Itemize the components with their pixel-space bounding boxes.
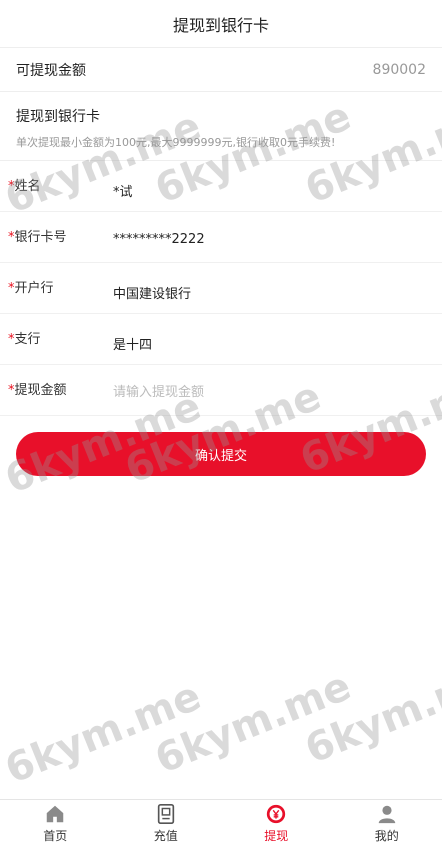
home-icon [47,805,64,823]
submit-button[interactable]: 确认提交 [16,432,426,476]
amount-row: *提现金额 [0,365,442,416]
page-title: 提现到银行卡 [172,15,269,35]
balance-label: 可提现金额 [16,62,86,79]
tab-recharge-label: 充值 [153,829,178,843]
card-number-row: *银行卡号 *********2222 [0,212,442,263]
branch-label: *支行 [8,332,41,347]
tab-withdraw[interactable]: 提现 [221,800,332,847]
amount-label: *提现金额 [8,383,67,398]
name-row: *姓名 *试 [0,161,442,212]
card-info-note: 单次提现最小金额为100元,最大9999999元,银行收取0元手续费! [16,136,336,149]
bank-label: *开户行 [8,281,54,296]
tab-withdraw-label: 提现 [264,829,289,843]
watermark: 6kym.me [0,673,208,793]
name-label: *姓名 [8,179,41,194]
bank-row: *开户行 中国建设银行 [0,263,442,314]
tab-mine-label: 我的 [374,829,399,843]
bottom-tabbar: 首页 充值 提现 我的 [0,799,442,847]
branch-value: 是十四 [113,338,153,353]
card-number-label: *银行卡号 [8,230,67,245]
amount-input[interactable] [113,379,393,400]
watermark: 6kym.me [148,663,358,783]
page-header: 提现到银行卡 [0,0,442,48]
branch-row: *支行 是十四 [0,314,442,365]
submit-wrap: 确认提交 [0,416,442,476]
card-info: 提现到银行卡 单次提现最小金额为100元,最大9999999元,银行收取0元手续… [0,92,442,161]
balance-row: 可提现金额 890002 [0,48,442,92]
tab-recharge[interactable]: 充值 [111,800,222,847]
tab-home[interactable]: 首页 [0,800,111,847]
tab-mine[interactable]: 我的 [332,800,442,847]
balance-value: 890002 [372,61,426,78]
bank-value: 中国建设银行 [113,287,192,302]
card-number-value: *********2222 [113,232,205,247]
name-value: *试 [113,185,133,200]
card-info-title: 提现到银行卡 [16,109,100,125]
recharge-icon [157,804,174,824]
withdraw-icon [267,804,286,824]
tab-home-label: 首页 [43,829,68,843]
watermark: 6kym.me [298,653,442,773]
user-icon [378,805,395,824]
